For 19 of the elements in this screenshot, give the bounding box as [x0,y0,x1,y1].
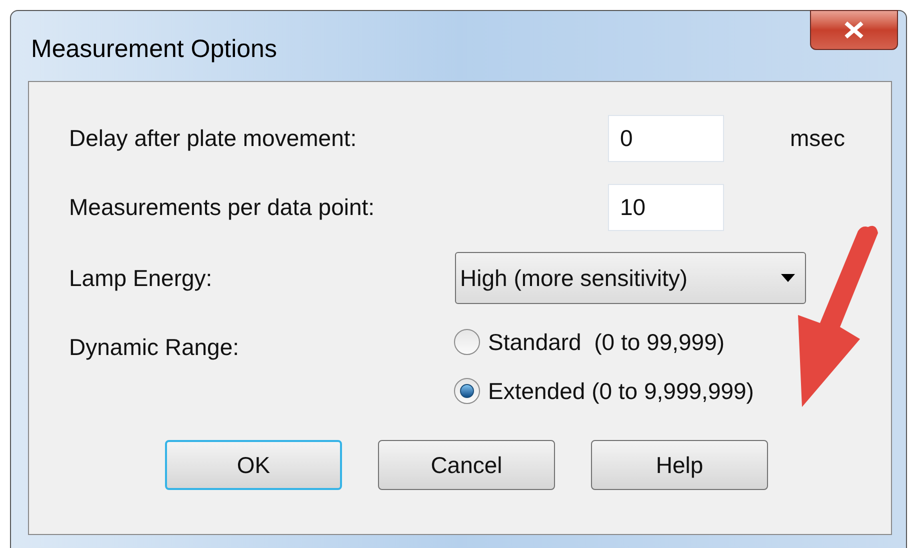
close-button[interactable] [810,10,898,50]
window-title: Measurement Options [31,34,277,65]
radio-button[interactable] [454,329,480,356]
radio-option[interactable]: Standard (0 to 99,999) [454,325,754,360]
field-label: Dynamic Range: [69,333,240,362]
radio-option[interactable]: Extended (0 to 9,999,999) [454,374,754,408]
input-field[interactable]: 0 [608,115,724,162]
dropdown-arrow-icon [781,274,795,282]
field-label: Lamp Energy: [69,264,214,293]
radio-button[interactable] [454,378,480,404]
unit-label: msec [790,124,845,154]
input-field[interactable]: 10 [608,184,724,231]
field-label: Measurements per data point: [69,193,376,222]
lamp-energy-dropdown[interactable]: High (more sensitivity) [455,252,806,304]
field-label: Delay after plate movement: [69,124,358,154]
dialog-button[interactable]: Cancel [378,440,555,490]
dialog-button[interactable]: OK [165,440,342,490]
dialog-button[interactable]: Help [591,440,768,490]
close-icon [843,21,865,39]
